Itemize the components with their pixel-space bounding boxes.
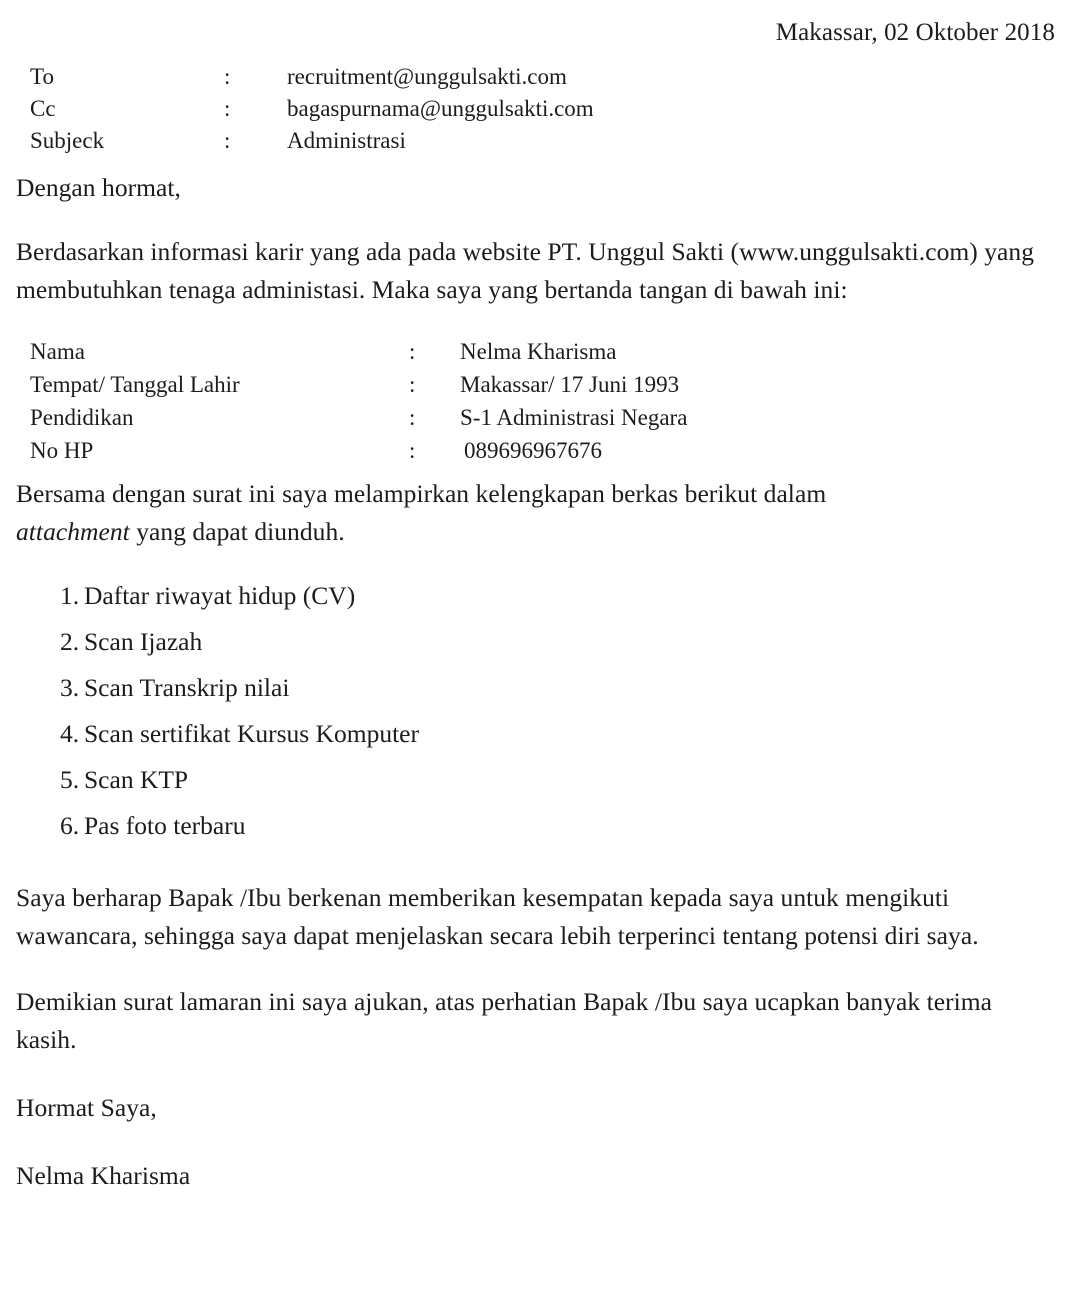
detail-label-nama: Nama xyxy=(30,339,85,364)
detail-separator-tempat-tanggal-lahir: : xyxy=(409,372,416,397)
header-meta-body: To : recruitment@unggulsakti.com Cc : ba… xyxy=(30,61,594,157)
header-meta-row-cc: Cc : bagaspurnama@unggulsakti.com xyxy=(30,93,594,125)
date-line: Makassar, 02 Oktober 2018 xyxy=(775,19,1055,46)
attachment-list: 1. Daftar riwayat hidup (CV) 2. Scan Ijaza… xyxy=(0,573,1083,849)
detail-label-no-hp: No HP xyxy=(30,438,94,463)
closing-paragraph: Demikian surat lamaran ini saya ajukan, … xyxy=(16,987,993,1054)
list-item-number: 2. xyxy=(60,627,80,656)
detail-separator-no-hp: : xyxy=(409,438,416,463)
detail-label-pendidikan: Pendidikan xyxy=(30,405,134,430)
signature-name: Nelma Kharisma xyxy=(16,1161,191,1190)
header-separator-to: : xyxy=(224,64,231,89)
list-item-label: Daftar riwayat hidup (CV) xyxy=(84,581,356,610)
detail-row-pendidikan: Pendidikan : S-1 Administrasi Negara xyxy=(30,401,687,434)
header-value-subject: Administrasi xyxy=(287,128,406,153)
list-item: 3. Scan Transkrip nilai xyxy=(0,665,1083,711)
list-item: 4. Scan sertifikat Kursus Komputer xyxy=(0,711,1083,757)
detail-value-nama: Nelma Kharisma xyxy=(460,339,617,364)
detail-row-no-hp: No HP : 089696967676 xyxy=(30,434,687,467)
header-value-to: recruitment@unggulsakti.com xyxy=(287,64,567,89)
detail-row-tempat-tanggal-lahir: Tempat/ Tanggal Lahir : Makassar/ 17 Jun… xyxy=(30,368,687,401)
list-item-label: Scan Ijazah xyxy=(84,627,203,656)
intro-paragraph: Berdasarkan informasi karir yang ada pad… xyxy=(16,237,1035,304)
header-label-subject: Subjeck xyxy=(30,128,105,153)
list-item-label: Scan Transkrip nilai xyxy=(84,673,290,702)
personal-details-table: Nama : Nelma Kharisma Tempat/ Tanggal La… xyxy=(30,335,687,467)
header-meta-row-subject: Subjeck : Administrasi xyxy=(30,125,594,157)
detail-value-no-hp: 089696967676 xyxy=(464,438,602,463)
regards-text: Hormat Saya, xyxy=(16,1093,157,1122)
attachment-intro-before-italic: Bersama dengan surat ini saya melampirka… xyxy=(16,479,827,508)
list-item-number: 4. xyxy=(60,719,80,748)
greeting-text: Dengan hormat, xyxy=(16,173,181,202)
header-meta-table: To : recruitment@unggulsakti.com Cc : ba… xyxy=(30,61,594,157)
list-item: 6. Pas foto terbaru xyxy=(0,803,1083,849)
letter-page: Makassar, 02 Oktober 2018 To : recruitme… xyxy=(0,0,1083,1291)
list-item: 5. Scan KTP xyxy=(0,757,1083,803)
detail-separator-nama: : xyxy=(409,339,416,364)
attachment-intro-italic-term: attachment xyxy=(16,517,130,546)
list-item-number: 6. xyxy=(60,811,80,840)
list-item-label: Scan KTP xyxy=(84,765,189,794)
hope-paragraph: Saya berharap Bapak /Ibu berkenan member… xyxy=(16,883,979,950)
list-item: 1. Daftar riwayat hidup (CV) xyxy=(0,573,1083,619)
header-value-cc: bagaspurnama@unggulsakti.com xyxy=(287,96,594,121)
detail-separator-pendidikan: : xyxy=(409,405,416,430)
detail-label-tempat-tanggal-lahir: Tempat/ Tanggal Lahir xyxy=(30,372,240,397)
detail-value-tempat-tanggal-lahir: Makassar/ 17 Juni 1993 xyxy=(460,372,680,397)
attachment-intro-paragraph: Bersama dengan surat ini saya melampirka… xyxy=(0,475,926,551)
list-item: 2. Scan Ijazah xyxy=(0,619,1083,665)
list-item-label: Scan sertifikat Kursus Komputer xyxy=(84,719,419,748)
attachment-intro-after-italic: yang dapat diunduh. xyxy=(129,517,345,546)
list-item-number: 3. xyxy=(60,673,80,702)
list-item-number: 5. xyxy=(60,765,80,794)
personal-details-body: Nama : Nelma Kharisma Tempat/ Tanggal La… xyxy=(30,335,687,467)
detail-row-nama: Nama : Nelma Kharisma xyxy=(30,335,687,368)
detail-value-pendidikan: S-1 Administrasi Negara xyxy=(460,405,688,430)
header-separator-subject: : xyxy=(224,128,231,153)
header-meta-row-to: To : recruitment@unggulsakti.com xyxy=(30,61,594,93)
list-item-number: 1. xyxy=(60,581,80,610)
header-label-to: To xyxy=(30,64,54,89)
list-item-label: Pas foto terbaru xyxy=(84,811,246,840)
header-label-cc: Cc xyxy=(30,96,56,121)
header-separator-cc: : xyxy=(224,96,231,121)
